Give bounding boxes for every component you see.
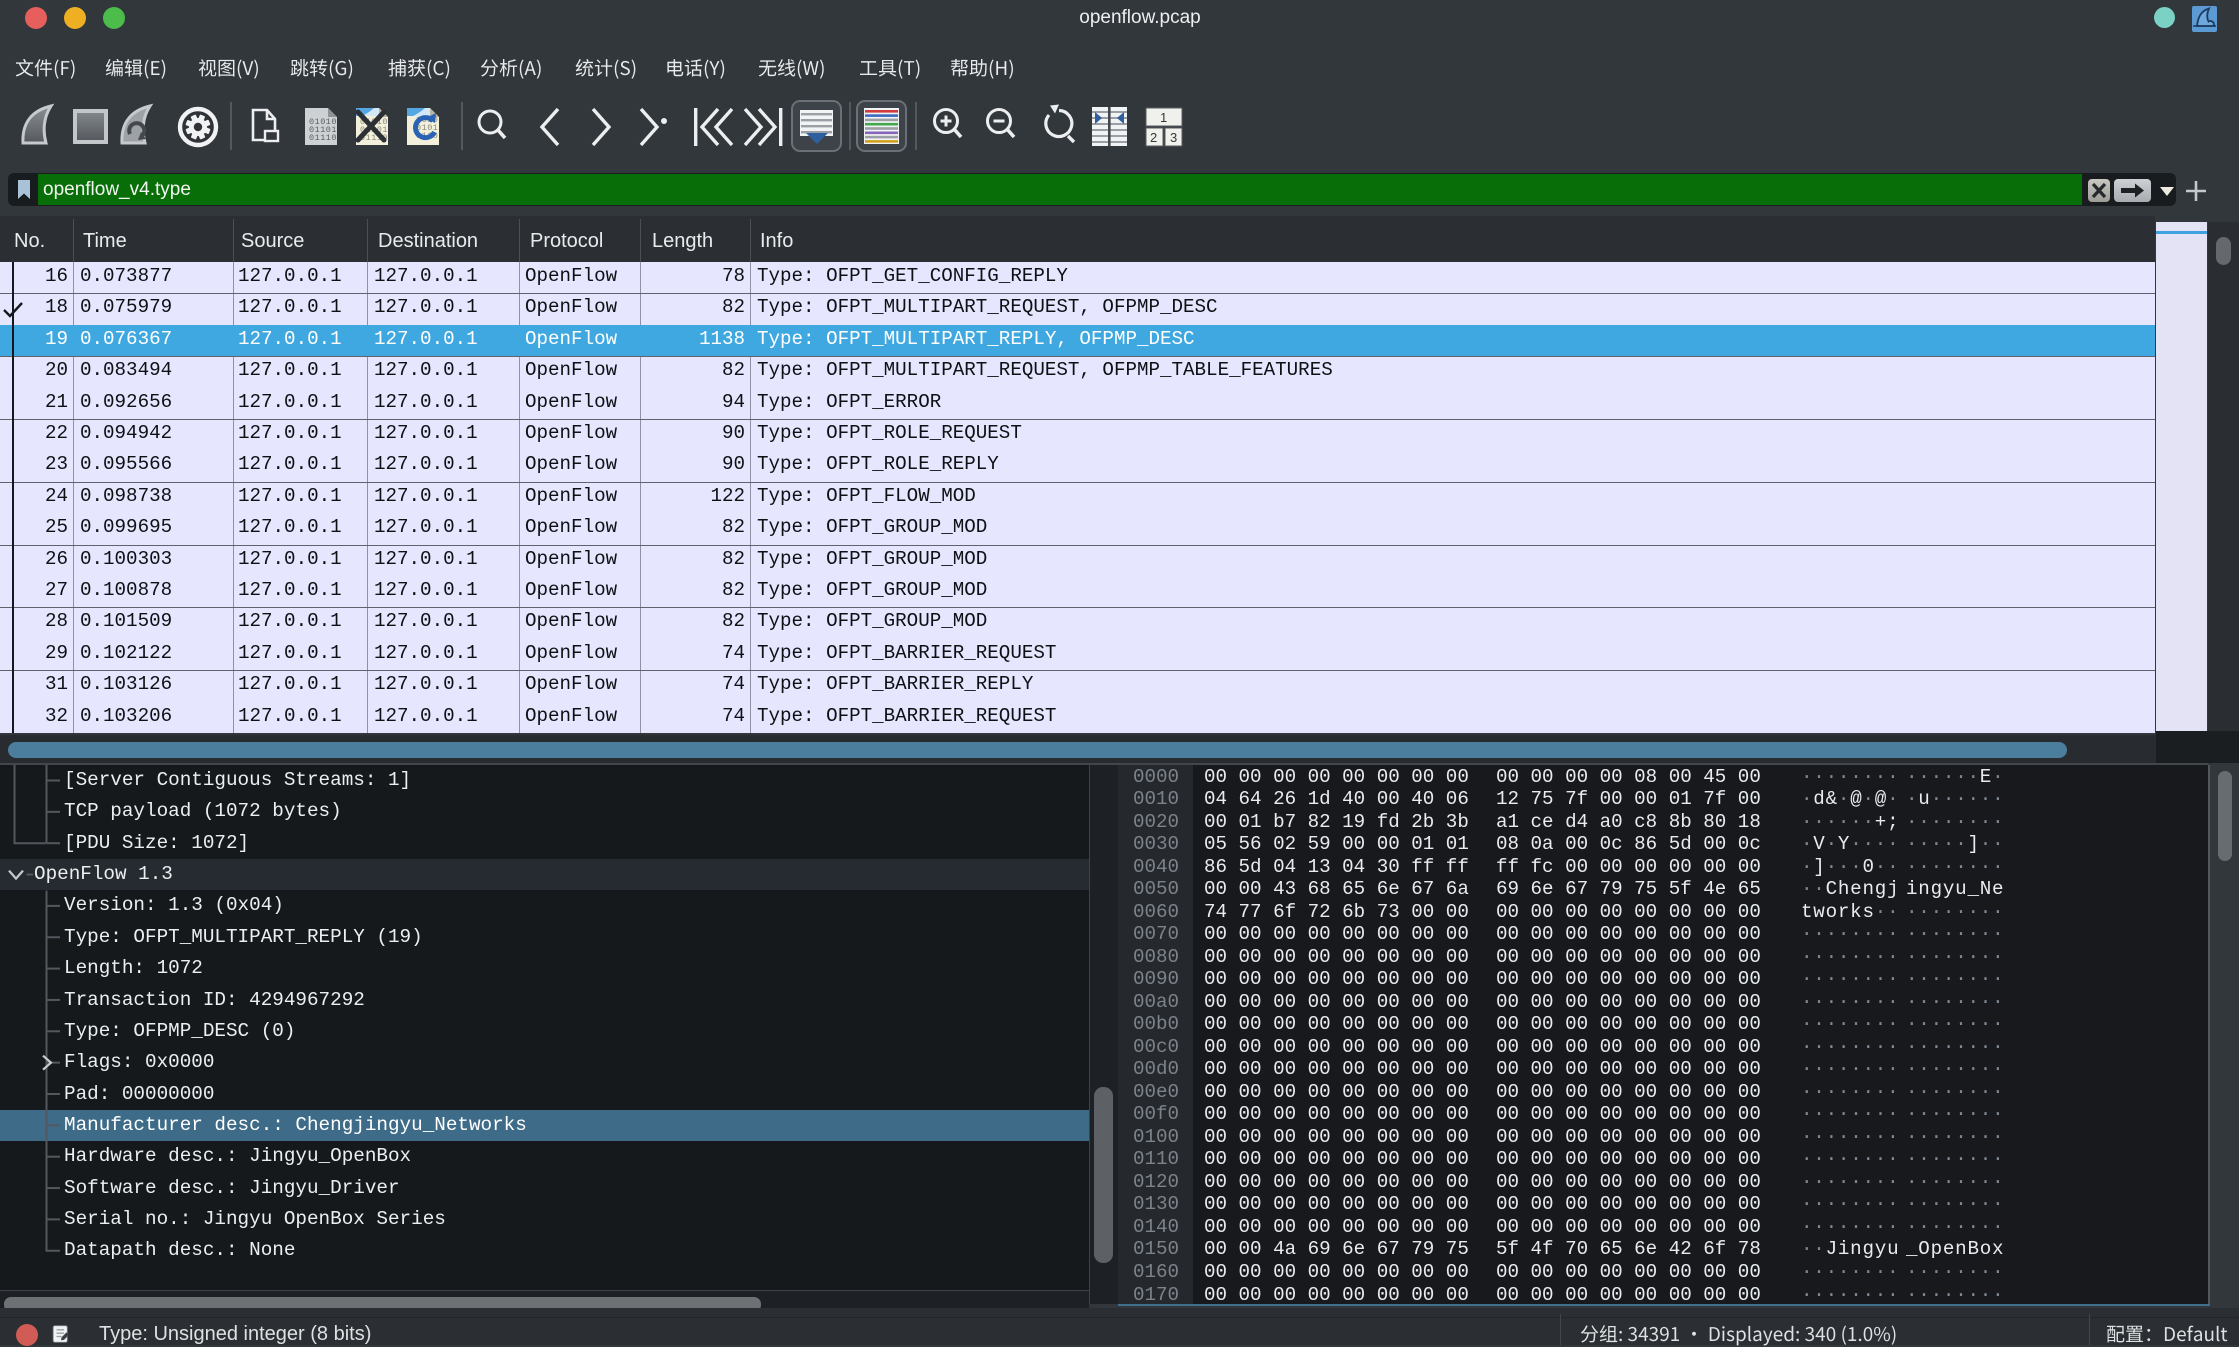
svg-text:01110: 01110 <box>309 133 337 143</box>
svg-text:3: 3 <box>1170 130 1177 145</box>
svg-text:1: 1 <box>1160 110 1167 125</box>
svg-text:2: 2 <box>1150 130 1157 145</box>
